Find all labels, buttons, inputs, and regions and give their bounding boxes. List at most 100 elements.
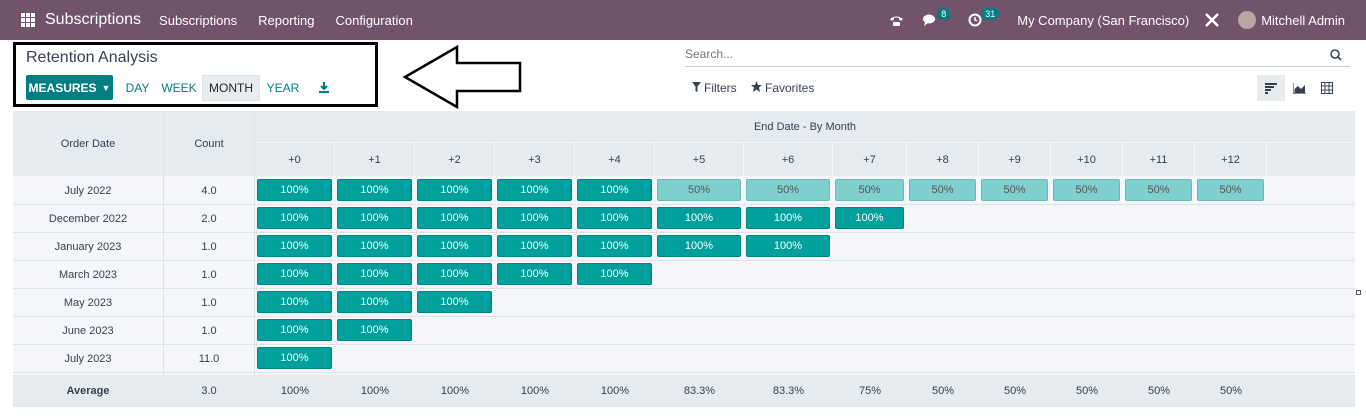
- chat-icon[interactable]: 8: [922, 8, 951, 27]
- filters-button[interactable]: Filters: [692, 81, 737, 95]
- top-navbar: Subscriptions Subscriptions Reporting Co…: [0, 0, 1366, 40]
- offset-header: +3: [495, 143, 574, 176]
- average-value: 100%: [520, 385, 550, 397]
- retention-cell[interactable]: 50%: [1053, 179, 1120, 201]
- retention-cell[interactable]: 100%: [337, 235, 412, 257]
- retention-cell[interactable]: 100%: [257, 319, 332, 341]
- retention-cell[interactable]: 100%: [657, 207, 741, 229]
- retention-cell[interactable]: 50%: [1197, 179, 1264, 201]
- count-header[interactable]: Count: [164, 111, 254, 176]
- retention-cell[interactable]: 100%: [337, 207, 412, 229]
- search-icon[interactable]: [1330, 48, 1342, 66]
- retention-cell[interactable]: 100%: [577, 207, 652, 229]
- end-date-header: End Date - By Month: [255, 111, 1355, 142]
- average-value: 100%: [360, 385, 390, 397]
- row-count: 11.0: [198, 353, 220, 365]
- offset-header: +9: [979, 143, 1050, 176]
- row-count: 1.0: [201, 325, 217, 337]
- average-value: 50%: [931, 385, 955, 397]
- retention-cell[interactable]: 100%: [577, 179, 652, 201]
- retention-cell[interactable]: 100%: [746, 235, 830, 257]
- average-label: Average: [66, 385, 110, 397]
- user-name: Mitchell Admin: [1261, 12, 1345, 28]
- retention-cell[interactable]: 50%: [909, 179, 976, 201]
- retention-cell[interactable]: 100%: [835, 207, 904, 229]
- star-icon: [751, 81, 762, 95]
- tools-icon[interactable]: [1204, 12, 1220, 28]
- average-count: 3.0: [201, 385, 217, 397]
- retention-cell[interactable]: 100%: [417, 291, 492, 313]
- menu-configuration[interactable]: Configuration: [335, 13, 412, 28]
- retention-cell[interactable]: 50%: [657, 179, 741, 201]
- apps-menu-icon[interactable]: [21, 13, 35, 27]
- avatar: [1238, 11, 1257, 29]
- favorites-button[interactable]: Favorites: [751, 81, 814, 95]
- retention-cell[interactable]: 100%: [417, 235, 492, 257]
- retention-cell[interactable]: 100%: [417, 263, 492, 285]
- retention-cell[interactable]: 100%: [497, 235, 572, 257]
- retention-cell[interactable]: 100%: [337, 263, 412, 285]
- row-label: January 2023: [54, 241, 122, 253]
- offset-header-filler: [1267, 143, 1355, 176]
- retention-cell[interactable]: 100%: [257, 291, 332, 313]
- retention-cell[interactable]: 100%: [577, 263, 652, 285]
- retention-cell[interactable]: 100%: [337, 291, 412, 313]
- retention-cell[interactable]: 100%: [257, 235, 332, 257]
- retention-cell[interactable]: 100%: [417, 179, 492, 201]
- cohort-view-icon[interactable]: [1257, 75, 1285, 101]
- retention-cell[interactable]: 50%: [835, 179, 904, 201]
- search-input[interactable]: [685, 43, 1285, 65]
- retention-cell[interactable]: 100%: [746, 207, 830, 229]
- graph-view-icon[interactable]: [1285, 75, 1313, 101]
- company-switcher[interactable]: My Company (San Francisco): [1017, 13, 1189, 28]
- offset-header: +8: [907, 143, 978, 176]
- row-count: 1.0: [201, 269, 217, 281]
- phone-icon[interactable]: [889, 14, 904, 27]
- retention-cell[interactable]: 100%: [257, 207, 332, 229]
- offset-header: +0: [255, 143, 334, 176]
- retention-cell[interactable]: 100%: [577, 235, 652, 257]
- retention-cell[interactable]: 100%: [337, 179, 412, 201]
- average-value: 75%: [858, 385, 882, 397]
- retention-cell[interactable]: 50%: [746, 179, 830, 201]
- average-value: 50%: [1147, 385, 1171, 397]
- offset-header: +10: [1051, 143, 1122, 176]
- row-count: 1.0: [201, 241, 217, 253]
- favorites-label: Favorites: [765, 81, 815, 95]
- average-value: 100%: [440, 385, 470, 397]
- pivot-view-icon[interactable]: [1313, 75, 1341, 101]
- annotation-arrow-icon: [402, 45, 522, 109]
- cohort-table: Order Date Count End Date - By Month +0 +…: [13, 111, 1355, 407]
- retention-cell[interactable]: 100%: [257, 347, 332, 369]
- retention-cell[interactable]: 100%: [257, 179, 332, 201]
- offset-header: +4: [575, 143, 654, 176]
- retention-cell[interactable]: 100%: [497, 179, 572, 201]
- retention-cell[interactable]: 100%: [417, 207, 492, 229]
- row-label: July 2023: [64, 353, 112, 365]
- app-title[interactable]: Subscriptions: [45, 11, 141, 29]
- row-label: March 2023: [58, 269, 118, 281]
- retention-cell[interactable]: 50%: [981, 179, 1048, 201]
- average-value: 83.3%: [772, 385, 805, 397]
- row-label: July 2022: [64, 185, 112, 197]
- column-divider: [163, 111, 164, 375]
- retention-cell[interactable]: 100%: [497, 263, 572, 285]
- activity-clock-icon[interactable]: 31: [968, 8, 1000, 27]
- offset-header: +5: [655, 143, 743, 176]
- menu-reporting[interactable]: Reporting: [258, 13, 314, 28]
- user-menu[interactable]: Mitchell Admin: [1238, 11, 1345, 29]
- retention-cell[interactable]: 100%: [337, 319, 412, 341]
- offset-header: +2: [415, 143, 494, 176]
- row-label: December 2022: [48, 213, 128, 225]
- resize-handle[interactable]: [1356, 290, 1361, 295]
- retention-cell[interactable]: 100%: [497, 207, 572, 229]
- column-divider: [254, 111, 255, 375]
- offset-header: +1: [335, 143, 414, 176]
- retention-cell[interactable]: 100%: [257, 263, 332, 285]
- chat-badge: 8: [937, 8, 951, 20]
- menu-subscriptions[interactable]: Subscriptions: [159, 13, 237, 28]
- order-date-header[interactable]: Order Date: [13, 111, 163, 176]
- retention-cell[interactable]: 50%: [1125, 179, 1192, 201]
- retention-cell[interactable]: 100%: [657, 235, 741, 257]
- offset-header: +7: [833, 143, 906, 176]
